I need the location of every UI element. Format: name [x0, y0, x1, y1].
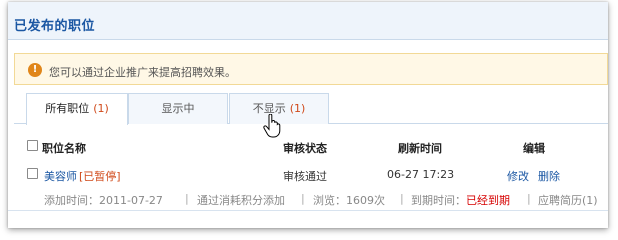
review-status: 审核通过 — [283, 170, 327, 183]
table-header: 职位名称 审核状态 刷新时间 编辑 — [8, 134, 608, 155]
column-header-refresh-time: 刷新时间 — [398, 142, 442, 155]
edit-link[interactable]: 修改 — [507, 168, 529, 184]
separator: | — [527, 192, 531, 205]
tab-hidden-count: (1) — [289, 102, 306, 115]
hand-cursor-icon — [263, 114, 281, 138]
row-checkbox[interactable] — [27, 168, 38, 179]
published-jobs-panel: 已发布的职位 ! 您可以通过企业推广来提高招聘效果。 所有职位 (1) 显示中 不… — [8, 2, 608, 228]
notice-text: 您可以通过企业推广来提高招聘效果。 — [49, 66, 236, 79]
column-header-name: 职位名称 — [42, 142, 86, 155]
separator: | — [185, 192, 189, 205]
added-time: 添加时间：2011-07-27 — [44, 194, 163, 207]
refresh-time: 06-27 17:23 — [387, 168, 455, 181]
expire-time: 到期时间：已经到期 — [411, 192, 510, 208]
add-method: 通过消耗积分添加 — [197, 194, 285, 207]
delete-link[interactable]: 删除 — [538, 168, 560, 184]
separator: | — [400, 192, 404, 205]
expire-label: 到期时间： — [411, 194, 466, 207]
column-header-edit: 编辑 — [523, 142, 545, 155]
select-all-checkbox[interactable] — [27, 140, 38, 151]
tab-all-jobs-label: 所有职位 — [45, 102, 90, 115]
job-title-link[interactable]: 美容师 [已暂停] — [44, 168, 121, 184]
tab-showing-label: 显示中 — [161, 102, 195, 115]
separator: | — [301, 192, 305, 205]
job-title: 美容师 — [44, 170, 77, 183]
job-state-badge: [已暂停] — [79, 170, 121, 183]
column-header-status: 审核状态 — [283, 142, 327, 155]
tab-all-jobs-count: (1) — [93, 102, 109, 115]
job-meta-row: 添加时间：2011-07-27 | 通过消耗积分添加 | 浏览：1609次 | … — [8, 183, 608, 211]
panel-header: 已发布的职位 — [8, 2, 608, 40]
table-row: 美容师 [已暂停] 审核通过 06-27 17:23 修改 删除 — [8, 163, 608, 183]
promotion-notice: ! 您可以通过企业推广来提高招聘效果。 — [14, 53, 608, 85]
tab-all-jobs[interactable]: 所有职位 (1) — [26, 93, 128, 125]
panel-title: 已发布的职位 — [14, 19, 96, 34]
tab-showing[interactable]: 显示中 — [128, 93, 228, 124]
expire-value: 已经到期 — [466, 194, 510, 207]
applications-label: 应聘简历(1) — [538, 194, 598, 207]
applications-link[interactable]: 应聘简历(1) — [538, 192, 598, 208]
view-count: 浏览：1609次 — [313, 194, 385, 207]
info-icon: ! — [28, 63, 42, 77]
